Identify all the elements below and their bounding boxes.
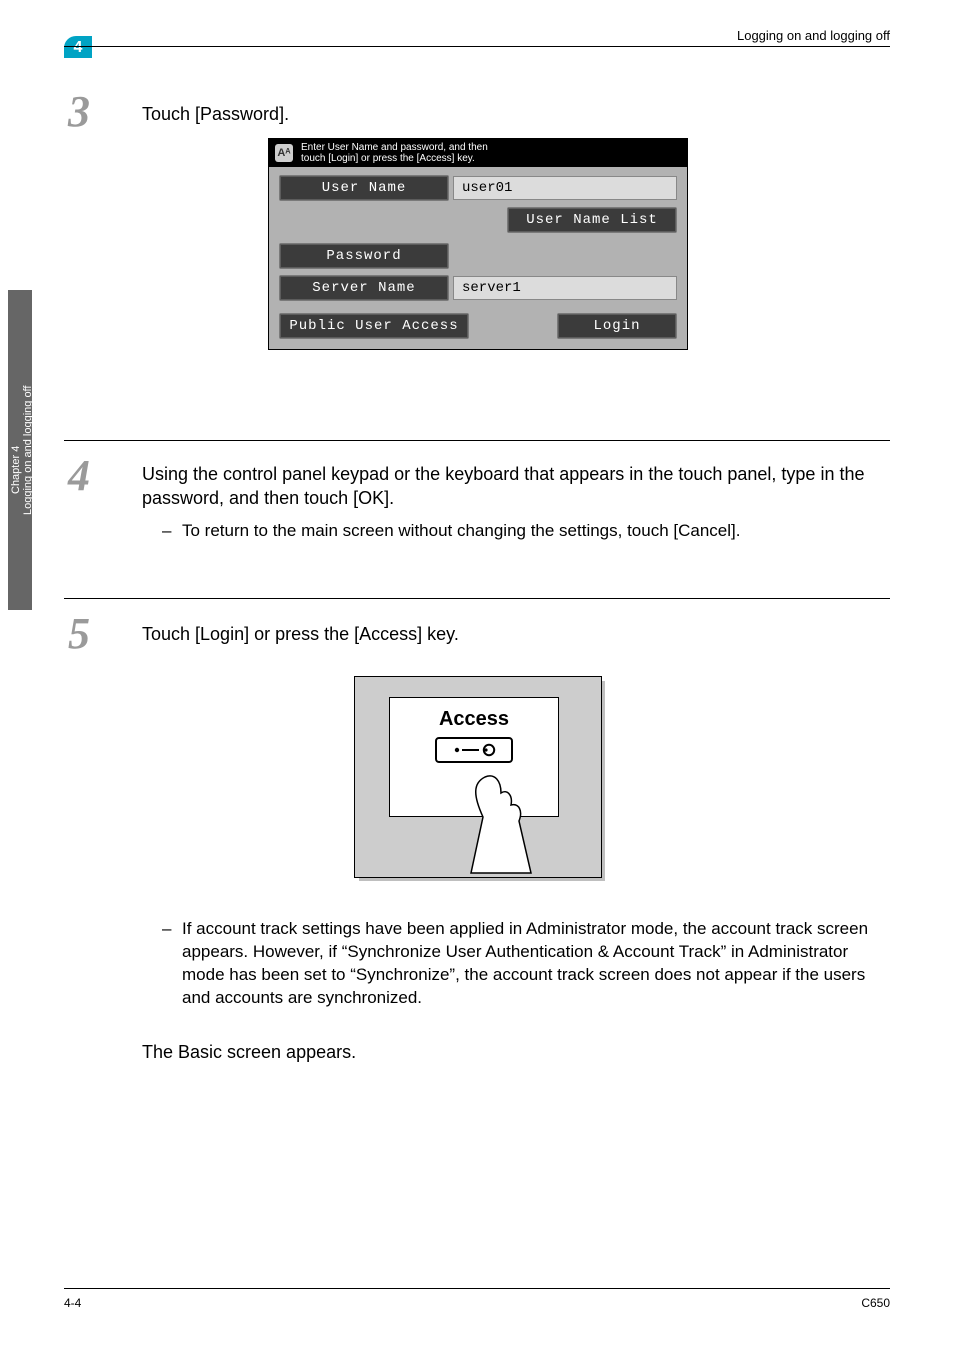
step-number-3: 3 [68, 86, 90, 137]
login-title-line2: touch [Login] or press the [Access] key. [301, 153, 475, 164]
step-divider-4-5 [64, 598, 890, 599]
footer-model: C650 [861, 1296, 890, 1310]
side-tab: Chapter 4 Logging on and logging off [8, 290, 32, 610]
header-rule [64, 46, 890, 47]
footer-page: 4-4 [64, 1296, 81, 1310]
login-panel-screenshot: Aᴬ Enter User Name and password, and the… [268, 138, 688, 350]
step-5-after: The Basic screen appears. [142, 1040, 862, 1064]
access-key-label: Access [390, 708, 558, 731]
server-name-button[interactable]: Server Name [279, 275, 449, 301]
step-number-5: 5 [68, 608, 90, 659]
step-3-text: Touch [Password]. [142, 102, 862, 126]
step-4-text: Using the control panel keypad or the ke… [142, 462, 886, 511]
side-tab-title: Logging on and logging off [22, 296, 34, 604]
user-name-list-button[interactable]: User Name List [507, 207, 677, 233]
public-user-access-button[interactable]: Public User Access [279, 313, 469, 339]
step-5-bullet-1: If account track settings have been appl… [182, 918, 888, 1010]
login-button[interactable]: Login [557, 313, 677, 339]
side-tab-chapter: Chapter 4 [10, 336, 22, 604]
step-5-text: Touch [Login] or press the [Access] key. [142, 622, 862, 646]
access-key-icon [435, 737, 513, 763]
user-name-value: user01 [453, 176, 677, 200]
step-4-bullet-1: To return to the main screen without cha… [182, 520, 882, 543]
login-panel-instructions: Enter User Name and password, and then t… [301, 142, 488, 164]
user-name-button[interactable]: User Name [279, 175, 449, 201]
step-divider-3-4 [64, 440, 890, 441]
login-title-line1: Enter User Name and password, and then [301, 142, 488, 153]
server-name-value: server1 [453, 276, 677, 300]
login-panel-titlebar: Aᴬ Enter User Name and password, and the… [269, 139, 687, 167]
chapter-badge: 4 [64, 36, 92, 58]
footer-rule [64, 1288, 890, 1289]
guidance-icon: Aᴬ [275, 144, 293, 162]
password-button[interactable]: Password [279, 243, 449, 269]
running-head: Logging on and logging off [737, 28, 890, 43]
access-key-illustration: Access [354, 676, 602, 878]
step-number-4: 4 [68, 450, 90, 501]
